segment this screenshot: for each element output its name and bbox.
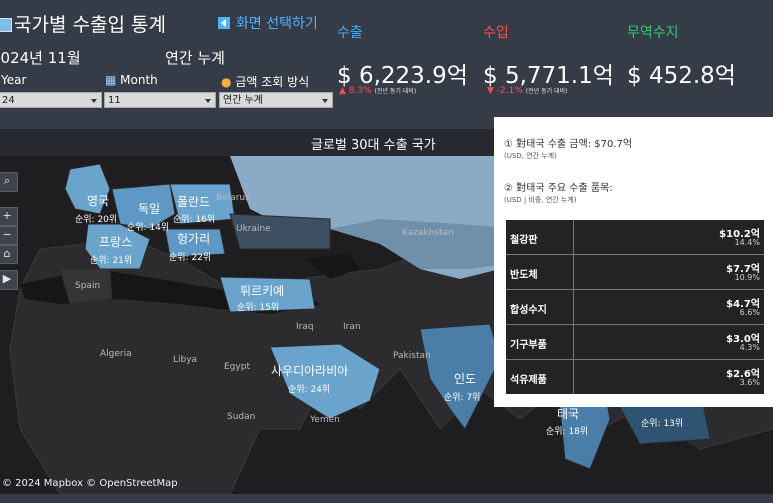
geo-label: Kazakhstan	[402, 228, 454, 238]
map-icon	[0, 18, 12, 32]
country-label-saudi-arabia[interactable]: 사우디아라비아	[271, 362, 348, 379]
geo-label: Libya	[173, 355, 198, 365]
country-rank-france: 순위: 21위	[90, 256, 133, 266]
calendar-icon: ▦	[105, 73, 117, 87]
play-icon	[218, 17, 230, 29]
geo-label: Sudan	[227, 412, 256, 422]
map-search-button[interactable]: ⌕	[0, 172, 18, 192]
tooltip-items-heading: ② 對태국 주요 수출 품목:	[504, 183, 613, 194]
map-title: 글로벌 30대 수출 국가	[311, 138, 436, 153]
year-filter-label: Year	[1, 73, 27, 87]
export-items-table: 철강판 $10.2억 14.4% 반도체 $7.7억 10.9% 합성수지 $4.7…	[506, 220, 764, 394]
page-title: 국가별 수출입 통계	[0, 10, 166, 37]
geo-label: Algeria	[100, 349, 132, 359]
map-home-button[interactable]: ⌂	[0, 245, 18, 264]
country-label-india[interactable]: 인도	[454, 370, 476, 387]
geo-label: Ukraine	[236, 224, 271, 234]
chevron-down-icon	[91, 99, 97, 103]
map-attribution[interactable]: © 2024 Mapbox © OpenStreetMap	[2, 478, 178, 489]
bottom-bar	[0, 494, 773, 503]
geo-label: Yemen	[310, 415, 340, 425]
country-label-thailand[interactable]: 태국	[557, 405, 579, 422]
import-kpi-value: $ 5,771.1억	[483, 63, 614, 89]
chevron-down-icon	[322, 99, 328, 103]
export-kpi-label: 수출	[337, 25, 363, 41]
country-rank-uk: 순위: 20위	[75, 215, 118, 225]
geo-label: Pakistan	[393, 351, 431, 361]
tooltip-items-note: (USD | 비중, 연간 누계)	[504, 196, 577, 204]
tooltip-export-amount-note: (USD, 연간 누계)	[504, 152, 557, 160]
country-rank-thailand: 순위: 18위	[546, 427, 589, 437]
home-icon: ⌂	[3, 247, 11, 260]
plus-icon: +	[2, 209, 12, 222]
balance-kpi-label: 무역수지	[627, 25, 679, 41]
money-bag-icon: ●	[221, 75, 232, 89]
thailand-tooltip: ① 對태국 수출 금액: $70.7억 (USD, 연간 누계) ② 對태국 주…	[494, 117, 773, 407]
country-label-uk[interactable]: 영국	[87, 192, 109, 209]
import-change: ▼ -2.1% (전년 동기 대비)	[487, 86, 568, 96]
tooltip-export-amount: ① 對태국 수출 금액: $70.7억	[504, 139, 633, 150]
zoom-out-button[interactable]: −	[0, 226, 18, 245]
country-rank-germany: 순위: 14위	[127, 223, 170, 233]
minus-icon: −	[2, 228, 12, 241]
table-row: 철강판 $10.2억 14.4%	[506, 220, 764, 255]
zoom-in-button[interactable]: +	[0, 207, 18, 226]
export-kpi-value: $ 6,223.9억	[337, 63, 468, 89]
month-select[interactable]: 11	[104, 92, 216, 108]
country-label-hungary[interactable]: 헝가리	[177, 230, 210, 247]
country-rank-turkey: 순위: 15위	[237, 303, 280, 313]
geo-label: Spain	[75, 281, 101, 291]
geo-label: Egypt	[224, 362, 250, 372]
country-label-germany[interactable]: 독일	[138, 200, 160, 217]
mode-select[interactable]: 연간 누계	[219, 92, 333, 108]
country-label-france[interactable]: 프랑스	[99, 233, 132, 250]
chevron-down-icon	[205, 99, 211, 103]
import-kpi-label: 수입	[483, 25, 509, 41]
country-rank-poland: 순위: 16위	[173, 215, 216, 225]
export-change: ▲ 8.3% (전년 동기 대비)	[339, 86, 417, 96]
month-filter-label: ▦ Month	[105, 73, 158, 87]
geo-label: Iraq	[296, 322, 314, 332]
table-row: 반도체 $7.7억 10.9%	[506, 255, 764, 290]
period-label: 2024년 11월	[0, 49, 81, 67]
mode-filter-label: ● 금액 조회 방식	[221, 75, 310, 89]
screen-select-button[interactable]: 화면 선택하기	[218, 13, 318, 33]
country-label-turkey[interactable]: 튀르키예	[240, 282, 284, 299]
country-rank-saudi-arabia: 순위: 24위	[288, 385, 331, 395]
geo-label: Iran	[343, 322, 361, 332]
table-row: 석유제품 $2.6억 3.6%	[506, 360, 764, 394]
play-icon: ▶	[2, 272, 12, 285]
balance-kpi-value: $ 452.8억	[627, 63, 736, 89]
country-rank-hungary: 순위: 22위	[169, 253, 212, 263]
country-label-poland[interactable]: 폴란드	[177, 193, 210, 210]
year-select[interactable]: 24	[0, 92, 102, 108]
map-play-button[interactable]: ▶	[0, 270, 18, 290]
table-row: 기구부품 $3.0억 4.3%	[506, 325, 764, 360]
country-rank-other: 순위: 13위	[641, 419, 684, 429]
period-type-label: 연간 누계	[165, 49, 225, 67]
geo-label: Belarus	[216, 193, 250, 203]
table-row: 합성수지 $4.7억 6.6%	[506, 290, 764, 325]
country-rank-india: 순위: 7위	[444, 393, 481, 403]
search-icon: ⌕	[3, 174, 11, 187]
